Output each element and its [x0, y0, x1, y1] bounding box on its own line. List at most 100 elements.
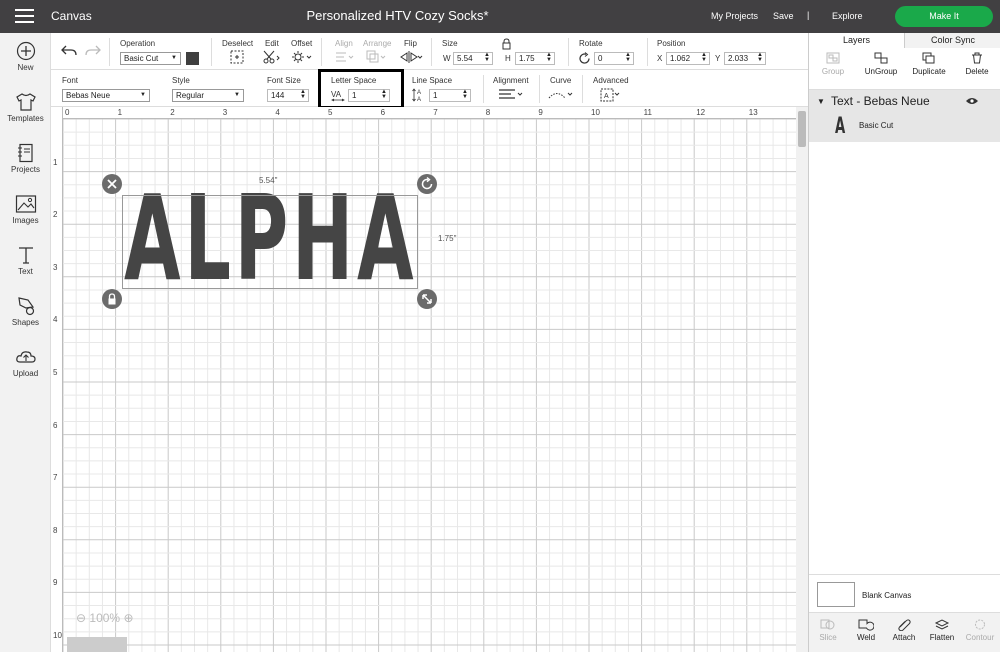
slice-button[interactable]: Slice [809, 618, 847, 642]
offset-icon[interactable] [291, 50, 313, 64]
rotate-icon [421, 176, 433, 190]
arrange-icon [366, 50, 386, 63]
flip-icon[interactable] [400, 50, 424, 64]
operation-value: Basic Cut [124, 54, 159, 63]
sidebar-item-templates[interactable]: Templates [0, 92, 51, 123]
sidebar-item-new[interactable]: New [0, 41, 51, 72]
font-size-input[interactable]: 144 ▲ ▼ [267, 89, 309, 102]
text-align-icon[interactable] [498, 89, 524, 101]
tab-color-sync[interactable]: Color Sync [905, 33, 1000, 48]
attach-label: Attach [892, 633, 916, 642]
slice-icon [820, 619, 835, 630]
arrange-label: Arrange [363, 39, 392, 48]
group-button[interactable]: Group [809, 52, 857, 76]
sidebar-item-text[interactable]: Text [0, 245, 51, 276]
flatten-button[interactable]: Flatten [923, 618, 961, 642]
y-position-input[interactable]: 2.033 ▲ ▼ [724, 52, 766, 65]
stepper-icon[interactable]: ▲ ▼ [484, 52, 490, 63]
x-position-input[interactable]: 1.062 ▲ ▼ [666, 52, 710, 65]
deselect-icon[interactable] [230, 50, 244, 64]
selection-bounding-box[interactable] [122, 195, 418, 289]
width-value: 5.54 [457, 54, 473, 63]
height-input[interactable]: 1.75 ▲ ▼ [515, 52, 555, 65]
advanced-icon[interactable]: A [600, 88, 622, 102]
attach-button[interactable]: Attach [885, 618, 923, 642]
resize-handle[interactable] [417, 289, 437, 309]
zoom-control[interactable]: ⊖ 100% ⊕ [76, 611, 156, 627]
zoom-out-icon[interactable]: ⊖ [76, 611, 86, 625]
layer-text-glyph-icon: A [835, 114, 846, 139]
stepper-icon[interactable]: ▲ ▼ [546, 52, 552, 63]
line-space-label: Line Space [412, 76, 453, 85]
project-title: Personalized HTV Cozy Socks* [306, 8, 489, 23]
tab-layers[interactable]: Layers [809, 33, 905, 48]
lock-icon[interactable] [502, 38, 511, 50]
explore-link[interactable]: Explore [832, 11, 863, 21]
duplicate-button[interactable]: Duplicate [905, 52, 953, 76]
horizontal-scrollbar-thumb[interactable] [67, 637, 127, 652]
rotate-handle[interactable] [417, 174, 437, 194]
rotate-input[interactable]: 0 ▲ ▼ [594, 52, 634, 65]
ruler-tick-label: 11 [643, 108, 652, 117]
resize-diagonal-icon [422, 294, 432, 304]
sidebar-item-shapes[interactable]: Shapes [0, 296, 51, 327]
undo-icon[interactable] [61, 44, 77, 58]
chevron-down-icon: ▼ [171, 55, 177, 61]
make-it-button[interactable]: Make It [895, 6, 993, 27]
weld-button[interactable]: Weld [847, 618, 885, 642]
contour-button[interactable]: Contour [961, 618, 999, 642]
edit-toolbar: Operation Basic Cut ▼ Deselect Edit Offse… [51, 33, 808, 70]
operation-label: Operation [120, 39, 156, 48]
font-select[interactable]: Bebas Neue ▼ [62, 89, 150, 102]
stepper-icon[interactable]: ▲ ▼ [625, 52, 631, 63]
curve-icon[interactable] [548, 88, 574, 101]
sidebar-item-images[interactable]: Images [0, 194, 51, 225]
plus-circle-icon [16, 41, 35, 61]
stepper-icon[interactable]: ▲ ▼ [462, 89, 468, 100]
width-input[interactable]: 5.54 ▲ ▼ [453, 52, 493, 65]
sidebar-item-label: New [17, 63, 34, 72]
sidebar-item-label: Text [18, 267, 33, 276]
operation-select[interactable]: Basic Cut ▼ [120, 52, 181, 65]
delete-handle[interactable] [102, 174, 122, 194]
lock-handle[interactable] [102, 289, 122, 309]
delete-button[interactable]: Delete [953, 52, 1000, 76]
curve-label: Curve [550, 76, 572, 85]
save-link[interactable]: Save [773, 11, 794, 21]
zoom-level: 100% [89, 611, 121, 625]
ungroup-button[interactable]: UnGroup [857, 52, 905, 76]
rotate-label: Rotate [579, 39, 603, 48]
svg-text:A: A [417, 97, 421, 102]
my-projects-link[interactable]: My Projects [711, 11, 758, 21]
ungroup-label: UnGroup [864, 67, 898, 76]
line-space-input[interactable]: 1 ▲ ▼ [429, 89, 471, 102]
eye-icon[interactable] [965, 96, 979, 106]
operation-color-swatch[interactable] [186, 52, 199, 65]
trash-icon [972, 52, 982, 64]
sidebar-item-label: Images [12, 216, 39, 225]
scissors-icon[interactable] [263, 50, 281, 64]
stepper-icon[interactable]: ▲ ▼ [300, 89, 306, 100]
blank-canvas-swatch[interactable] [817, 582, 855, 607]
width-label: W [443, 54, 451, 63]
sidebar-item-upload[interactable]: Upload [0, 347, 51, 378]
caret-down-icon[interactable]: ▼ [817, 97, 825, 106]
shirt-icon [15, 93, 36, 111]
redo-icon[interactable] [85, 44, 101, 58]
layer-item-text-group[interactable]: ▼ Text - Bebas Neue A Basic Cut [809, 90, 1000, 142]
rotate-icon [579, 52, 590, 64]
divider [211, 38, 212, 66]
font-size-value: 144 [271, 91, 285, 100]
flatten-icon [934, 619, 950, 630]
height-label: H [505, 54, 511, 63]
style-select[interactable]: Regular ▼ [172, 89, 244, 102]
stepper-icon[interactable]: ▲ ▼ [701, 52, 707, 63]
ruler-tick-label: 1 [117, 108, 123, 117]
zoom-in-icon[interactable]: ⊕ [123, 611, 133, 625]
vertical-scrollbar[interactable] [796, 107, 808, 652]
sidebar-item-projects[interactable]: Projects [0, 143, 51, 174]
stepper-icon[interactable]: ▲ ▼ [757, 52, 763, 63]
blank-canvas-layer[interactable]: Blank Canvas [809, 574, 1000, 612]
scrollbar-thumb[interactable] [798, 111, 806, 147]
ruler-tick-label: 10 [591, 108, 600, 117]
